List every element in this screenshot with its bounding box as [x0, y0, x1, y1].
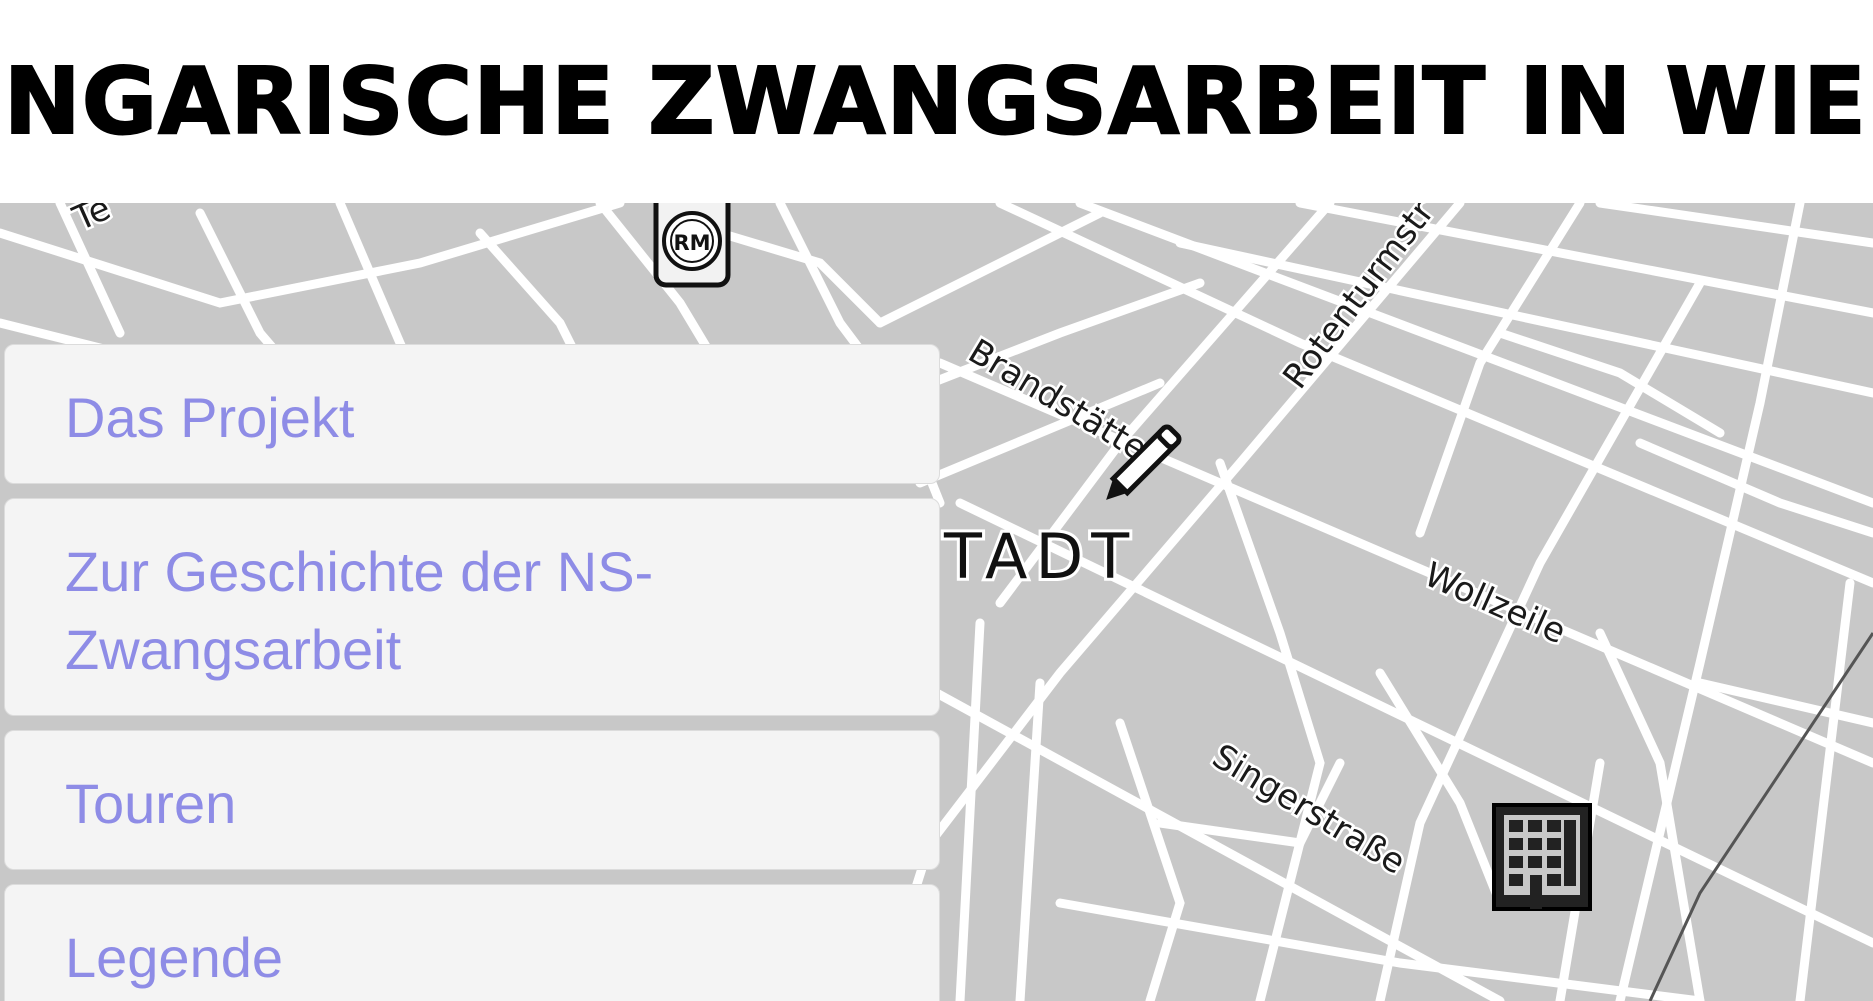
site-header: UNGARISCHE ZWANGSARBEIT IN WIEN: [0, 0, 1873, 203]
menu-item-zur-geschichte[interactable]: Zur Geschichte der NS-Zwangsarbeit: [4, 498, 940, 716]
pencil-icon[interactable]: [1090, 411, 1200, 511]
rm-badge-icon[interactable]: RM: [652, 203, 732, 289]
menu-item-legende[interactable]: Legende: [4, 884, 940, 1001]
menu-item-das-projekt[interactable]: Das Projekt: [4, 344, 940, 484]
rm-badge-text: RM: [673, 231, 710, 255]
building-icon[interactable]: [1492, 803, 1592, 911]
menu-item-touren[interactable]: Touren: [4, 730, 940, 870]
menu-item-label: Legende: [65, 926, 284, 989]
menu-item-label: Zur Geschichte der NS-Zwangsarbeit: [65, 540, 654, 681]
page-title: UNGARISCHE ZWANGSARBEIT IN WIEN: [0, 47, 1873, 156]
district-label: TADT: [943, 520, 1137, 593]
app-root: UNGARISCHE ZWANGSARBEIT IN WIEN Brandstä…: [0, 0, 1873, 1001]
main-menu: Das Projekt Zur Geschichte der NS-Zwangs…: [4, 344, 940, 1001]
menu-item-label: Touren: [65, 772, 237, 835]
menu-item-label: Das Projekt: [65, 386, 355, 449]
